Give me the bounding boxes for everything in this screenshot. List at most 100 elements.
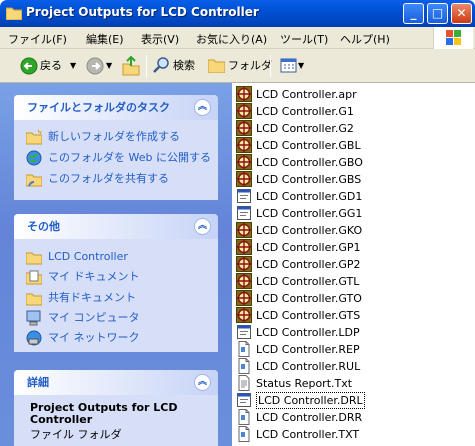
document-icon	[236, 409, 252, 425]
gerber-icon	[236, 103, 252, 119]
gerber-icon	[236, 239, 252, 255]
gerber-icon	[236, 273, 252, 289]
menu-edit[interactable]: 編集(E)	[86, 31, 124, 47]
panel-title: 詳細	[27, 376, 49, 389]
panel-header[interactable]: ファイルとフォルダのタスク ︽	[14, 95, 218, 120]
globe-icon	[26, 150, 42, 166]
place-label: マイ ドキュメント	[48, 270, 140, 283]
new-folder-icon	[26, 129, 42, 145]
menu-view[interactable]: 表示(V)	[141, 31, 179, 47]
file-name: LCD Controller.GG1	[256, 207, 363, 220]
place-label: LCD Controller	[48, 250, 128, 263]
share-folder-icon	[26, 174, 42, 187]
title-bar[interactable]: Project Outputs for LCD Controller _ □ ✕	[0, 0, 475, 27]
window-file-icon	[236, 188, 252, 204]
file-name: LCD Controller.GBS	[256, 173, 362, 186]
file-name: LCD Controller.DRL	[256, 392, 365, 409]
up-folder-icon[interactable]	[122, 56, 140, 76]
my-documents-icon	[26, 270, 42, 285]
place-label: マイ ネットワーク	[48, 331, 140, 344]
panel-title: ファイルとフォルダのタスク	[27, 101, 170, 114]
back-arrow-icon[interactable]	[20, 57, 38, 75]
file-name: LCD Controller.GKO	[256, 224, 363, 237]
windows-logo-icon	[433, 27, 473, 49]
file-name: LCD Controller.GBO	[256, 156, 363, 169]
close-button[interactable]: ✕	[451, 3, 472, 24]
views-dropdown-icon[interactable]: ▼	[298, 56, 304, 76]
window-title: Project Outputs for LCD Controller	[26, 5, 259, 19]
forward-arrow-icon[interactable]	[86, 57, 104, 75]
collapse-chevron-icon[interactable]: ︽	[194, 218, 211, 235]
place-label: 共有ドキュメント	[48, 291, 136, 304]
window-file-icon	[236, 205, 252, 221]
views-icon[interactable]	[280, 57, 298, 75]
back-button[interactable]: 戻る	[40, 56, 62, 76]
toolbar-separator	[270, 55, 271, 77]
forward-dropdown-icon[interactable]: ▼	[106, 56, 112, 76]
gerber-icon	[236, 171, 252, 187]
folders-icon[interactable]	[208, 58, 225, 73]
my-computer-icon	[26, 310, 41, 326]
file-folder-tasks-panel: ファイルとフォルダのタスク ︽ 新しいフォルダを作成する このフォルダを Web …	[14, 95, 218, 200]
panel-header[interactable]: その他 ︽	[14, 214, 218, 239]
back-dropdown-icon[interactable]: ▼	[70, 56, 76, 76]
folder-icon	[26, 252, 42, 265]
search-button[interactable]: 検索	[173, 56, 195, 76]
task-label: このフォルダを共有する	[48, 172, 169, 185]
file-name: LCD Controller.apr	[256, 88, 357, 101]
place-label: マイ コンピュータ	[48, 311, 140, 324]
document-icon	[236, 358, 252, 374]
document-icon	[236, 341, 252, 357]
panel-header[interactable]: 詳細 ︽	[14, 370, 218, 395]
gerber-icon	[236, 120, 252, 136]
task-label: このフォルダを Web に公開する	[48, 151, 211, 164]
shared-documents-icon	[26, 293, 42, 306]
file-name: LCD Controller.GTL	[256, 275, 360, 288]
file-name: LCD Controller.DRR	[256, 411, 363, 424]
window-file-icon	[236, 324, 252, 340]
my-network-icon	[26, 330, 42, 346]
file-name: LCD Controller.LDP	[256, 326, 360, 339]
file-name: LCD Controller.G2	[256, 122, 354, 135]
search-icon[interactable]	[153, 57, 170, 74]
menu-file[interactable]: ファイル(F)	[8, 31, 67, 47]
menu-bar: ファイル(F) 編集(E) 表示(V) お気に入り(A) ツール(T) ヘルプ(…	[0, 27, 475, 49]
gerber-icon	[236, 86, 252, 102]
gerber-icon	[236, 290, 252, 306]
gerber-icon	[236, 307, 252, 323]
toolbar-separator	[146, 55, 147, 77]
folders-button[interactable]: フォルダ	[228, 56, 272, 76]
file-name: Status Report.Txt	[256, 377, 353, 390]
minimize-button[interactable]: _	[403, 3, 424, 24]
document-icon	[236, 426, 252, 442]
file-name: LCD Controller.GTO	[256, 292, 362, 305]
menu-help[interactable]: ヘルプ(H)	[340, 31, 390, 47]
details-panel: 詳細 ︽ Project Outputs for LCD Controller フ…	[14, 370, 218, 446]
gerber-icon	[236, 222, 252, 238]
other-places-panel: その他 ︽ LCD Controller マイ ドキュメント 共有ドキュメント マ…	[14, 214, 218, 352]
gerber-icon	[236, 137, 252, 153]
file-name: LCD Controller.RUL	[256, 360, 361, 373]
file-name: LCD Controller.TXT	[256, 428, 360, 441]
folder-icon	[6, 7, 22, 20]
panel-title: その他	[27, 220, 60, 233]
maximize-button[interactable]: □	[427, 3, 448, 24]
details-type: ファイル フォルダ	[30, 428, 122, 441]
file-name: LCD Controller.GP1	[256, 241, 361, 254]
collapse-chevron-icon[interactable]: ︽	[194, 99, 211, 116]
file-name: LCD Controller.GP2	[256, 258, 361, 271]
explorer-window: Project Outputs for LCD Controller _ □ ✕…	[0, 0, 475, 446]
menu-tools[interactable]: ツール(T)	[280, 31, 328, 47]
window-file-icon	[236, 392, 252, 408]
toolbar: 戻る ▼ ▼ 検索 フォルダ ▼	[0, 49, 475, 83]
collapse-chevron-icon[interactable]: ︽	[194, 374, 211, 391]
gerber-icon	[236, 256, 252, 272]
text-file-icon	[236, 375, 252, 391]
gerber-icon	[236, 154, 252, 170]
task-label: 新しいフォルダを作成する	[48, 130, 180, 143]
details-name: Project Outputs for LCD Controller	[30, 401, 178, 426]
task-pane: ファイルとフォルダのタスク ︽ 新しいフォルダを作成する このフォルダを Web …	[0, 83, 232, 446]
file-name: LCD Controller.GTS	[256, 309, 361, 322]
menu-favorites[interactable]: お気に入り(A)	[196, 31, 267, 47]
file-name: LCD Controller.REP	[256, 343, 360, 356]
